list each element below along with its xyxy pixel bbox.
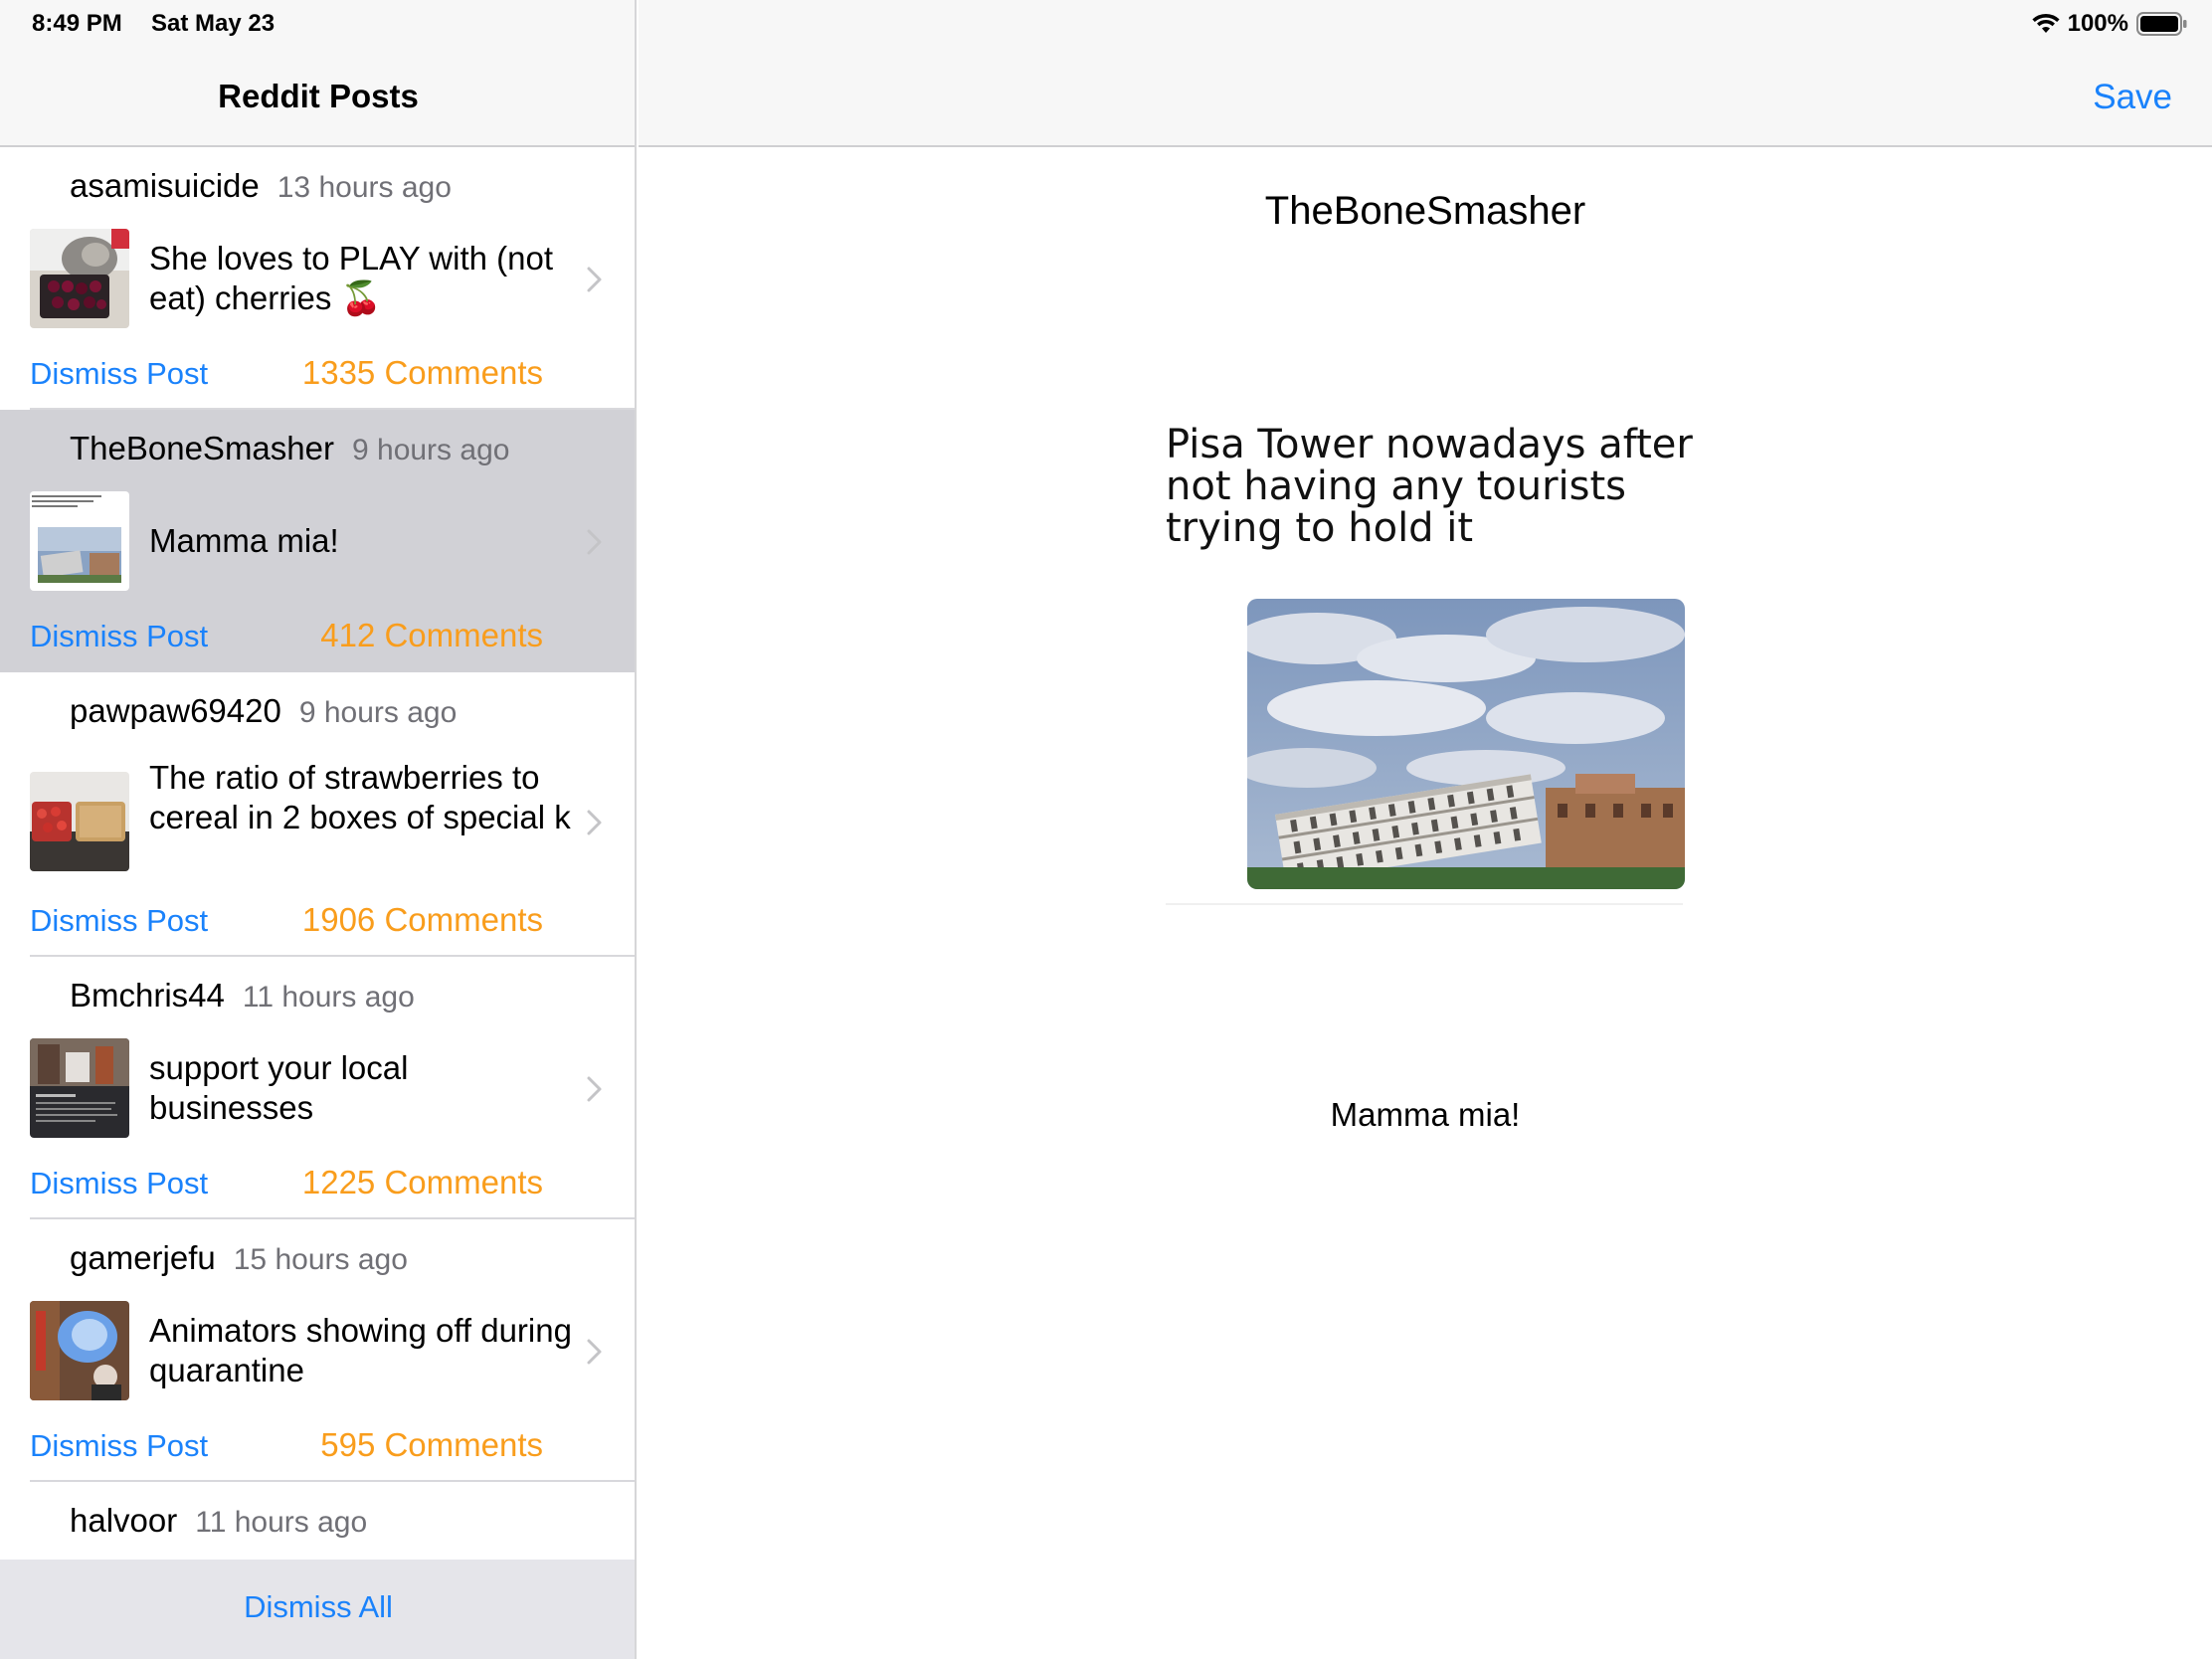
post-thumbnail-animators	[30, 1301, 129, 1400]
post-title: She loves to PLAY with (not eat) cherrie…	[149, 240, 554, 316]
post-image-card[interactable]: Pisa Tower nowadays after not having any…	[1166, 408, 1693, 905]
comments-count: 1335 Comments	[301, 354, 543, 391]
post-list: asamisuicide 13 hours ago She loves to PL…	[0, 147, 635, 1571]
post-time: 9 hours ago	[298, 696, 458, 729]
status-bar: 8:49 PM Sat May 23 100%	[0, 0, 2212, 48]
dismiss-post-button[interactable]: Dismiss Post	[30, 903, 208, 939]
status-date: Sat May 23	[151, 10, 276, 37]
post-author: TheBoneSmasher 9 hours ago	[70, 430, 510, 466]
status-indicators: 100%	[2032, 10, 2188, 38]
post-time: 9 hours ago	[351, 434, 510, 466]
post-author: pawpaw69420 9 hours ago	[70, 692, 458, 729]
sidebar-toolbar: Dismiss All	[0, 1560, 635, 1659]
post-row[interactable]: asamisuicide 13 hours ago She loves to PL…	[0, 147, 635, 410]
comments-count: 1906 Comments	[301, 901, 543, 938]
detail-author: TheBoneSmasher	[1264, 189, 1586, 233]
dismiss-post-button[interactable]: Dismiss Post	[30, 1428, 208, 1464]
post-row-selected[interactable]: TheBoneSmasher 9 hours ago Mamma mia! Dis…	[0, 410, 635, 672]
post-title: support your local businesses	[149, 1049, 409, 1126]
post-thumbnail-cat-cherries	[30, 229, 129, 328]
wifi-icon	[2032, 13, 2060, 35]
post-row[interactable]: Bmchris44 11 hours ago support your local…	[0, 957, 635, 1219]
chevron-right-icon	[587, 267, 602, 292]
dismiss-post-button[interactable]: Dismiss Post	[30, 619, 208, 654]
pisa-tower-photo	[1247, 599, 1685, 889]
post-row[interactable]: pawpaw69420 9 hours ago The ratio of stra…	[0, 672, 635, 957]
detail-post-title: Mamma mia!	[1330, 1096, 1521, 1133]
dismiss-post-button[interactable]: Dismiss Post	[30, 356, 208, 392]
comments-count: 412 Comments	[320, 617, 543, 653]
detail-pane: Save TheBoneSmasher Pisa Tower nowadays …	[639, 0, 2212, 1659]
post-title: Mamma mia!	[149, 522, 339, 559]
posts-sidebar: Reddit Posts asamisuicide 13 hours ago S…	[0, 0, 637, 1659]
comments-count: 595 Comments	[320, 1426, 543, 1463]
image-caption-line: trying to hold it	[1166, 505, 1474, 551]
image-caption-line: not having any tourists	[1166, 463, 1627, 509]
post-author: Bmchris44 11 hours ago	[70, 977, 415, 1014]
battery-icon	[2136, 12, 2188, 36]
post-author: asamisuicide 13 hours ago	[70, 167, 452, 204]
post-row[interactable]: halvoor 11 hours ago	[0, 1482, 635, 1571]
chevron-right-icon	[587, 1076, 602, 1102]
save-button[interactable]: Save	[2093, 78, 2172, 117]
post-thumbnail-pisa	[30, 491, 129, 591]
chevron-right-icon	[587, 810, 602, 835]
status-time: 8:49 PM	[32, 10, 122, 37]
post-title: Animators showing off during quarantine	[149, 1312, 572, 1388]
chevron-right-icon	[587, 1339, 602, 1365]
post-time: 13 hours ago	[276, 171, 452, 204]
dismiss-post-button[interactable]: Dismiss Post	[30, 1166, 208, 1201]
post-thumbnail-local-business	[30, 1038, 129, 1138]
image-caption: Pisa Tower nowadays after not having any…	[1166, 424, 1703, 549]
dismiss-all-button[interactable]: Dismiss All	[0, 1589, 635, 1625]
post-author: gamerjefu 15 hours ago	[70, 1239, 408, 1276]
post-time: 11 hours ago	[195, 1506, 368, 1539]
post-title: The ratio of strawberries to cereal in 2…	[149, 759, 571, 835]
post-row[interactable]: gamerjefu 15 hours ago Animators showing …	[0, 1219, 635, 1482]
post-time: 15 hours ago	[233, 1243, 408, 1276]
post-author: halvoor 11 hours ago	[70, 1502, 368, 1539]
sidebar-title: Reddit Posts	[218, 78, 419, 114]
image-caption-line: Pisa Tower nowadays after	[1166, 422, 1693, 467]
post-time: 11 hours ago	[242, 981, 415, 1014]
battery-percentage: 100%	[2067, 10, 2128, 37]
comments-count: 1225 Comments	[301, 1164, 543, 1200]
chevron-right-icon	[587, 529, 602, 555]
post-thumbnail-cereal	[30, 772, 129, 871]
